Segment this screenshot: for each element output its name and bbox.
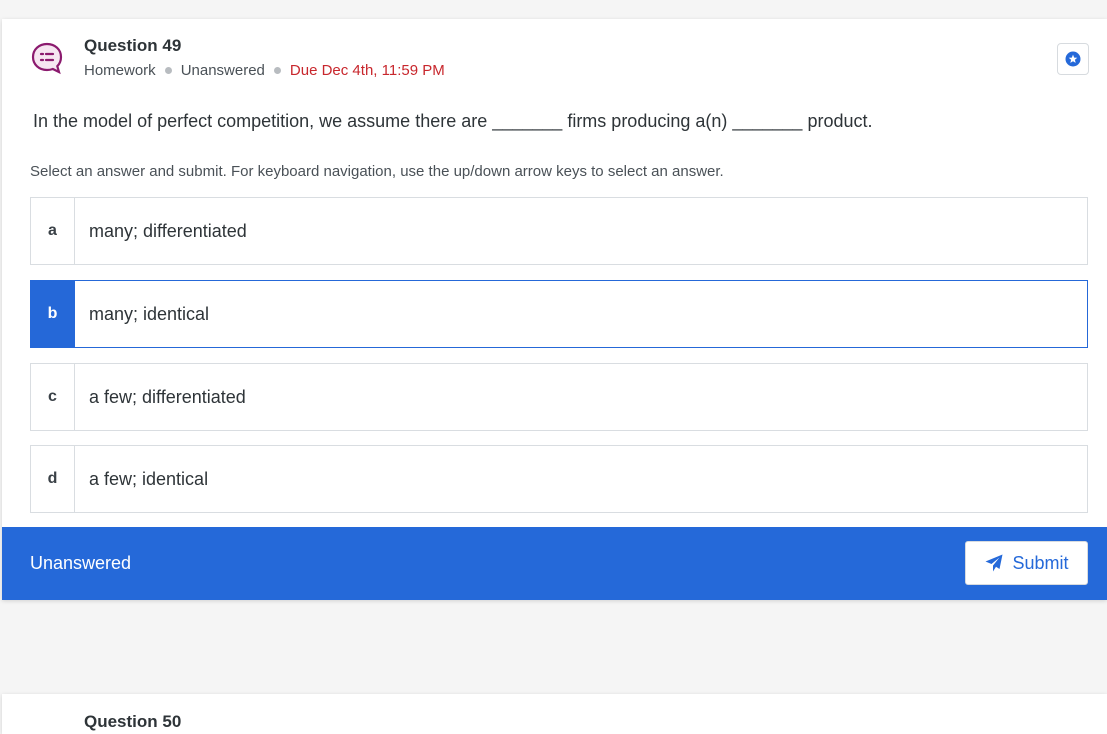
question-card: Question 49 Homework Unanswered Due Dec … xyxy=(2,19,1107,600)
question-type: Homework xyxy=(84,62,156,79)
next-question-title: Question 50 xyxy=(84,712,182,731)
separator-dot xyxy=(164,67,172,74)
star-circle-icon xyxy=(1065,51,1081,67)
option-text: many; identical xyxy=(89,303,210,324)
answer-option-c[interactable]: c a few; differentiated xyxy=(30,363,1088,431)
separator-dot xyxy=(273,67,281,74)
question-text: In the model of perfect competition, we … xyxy=(33,111,873,131)
option-letter: b xyxy=(31,281,75,347)
answer-option-b[interactable]: b many; identical xyxy=(30,280,1088,348)
option-text: a few; differentiated xyxy=(89,386,246,407)
instructions: Select an answer and submit. For keyboar… xyxy=(30,163,724,180)
question-title: Question 49 xyxy=(84,36,182,55)
submit-label: Submit xyxy=(1012,552,1069,573)
answer-footer: Unanswered Submit xyxy=(2,527,1107,600)
answer-option-a[interactable]: a many; differentiated xyxy=(30,197,1088,265)
paper-plane-icon xyxy=(985,554,1003,572)
option-letter: d xyxy=(31,446,75,512)
next-question-card: Question 50 xyxy=(2,694,1107,734)
question-chat-icon xyxy=(31,42,63,75)
option-letter: c xyxy=(31,364,75,430)
bookmark-button[interactable] xyxy=(1057,43,1089,75)
submit-button[interactable]: Submit xyxy=(965,541,1088,585)
due-date: Due Dec 4th, 11:59 PM xyxy=(289,62,445,79)
question-meta: Homework Unanswered Due Dec 4th, 11:59 P… xyxy=(84,62,445,79)
answer-option-d[interactable]: d a few; identical xyxy=(30,445,1088,513)
question-status: Unanswered xyxy=(180,62,265,79)
answer-status: Unanswered xyxy=(30,553,132,573)
option-text: a few; identical xyxy=(89,468,209,489)
option-text: many; differentiated xyxy=(89,220,247,241)
option-letter: a xyxy=(31,198,75,264)
